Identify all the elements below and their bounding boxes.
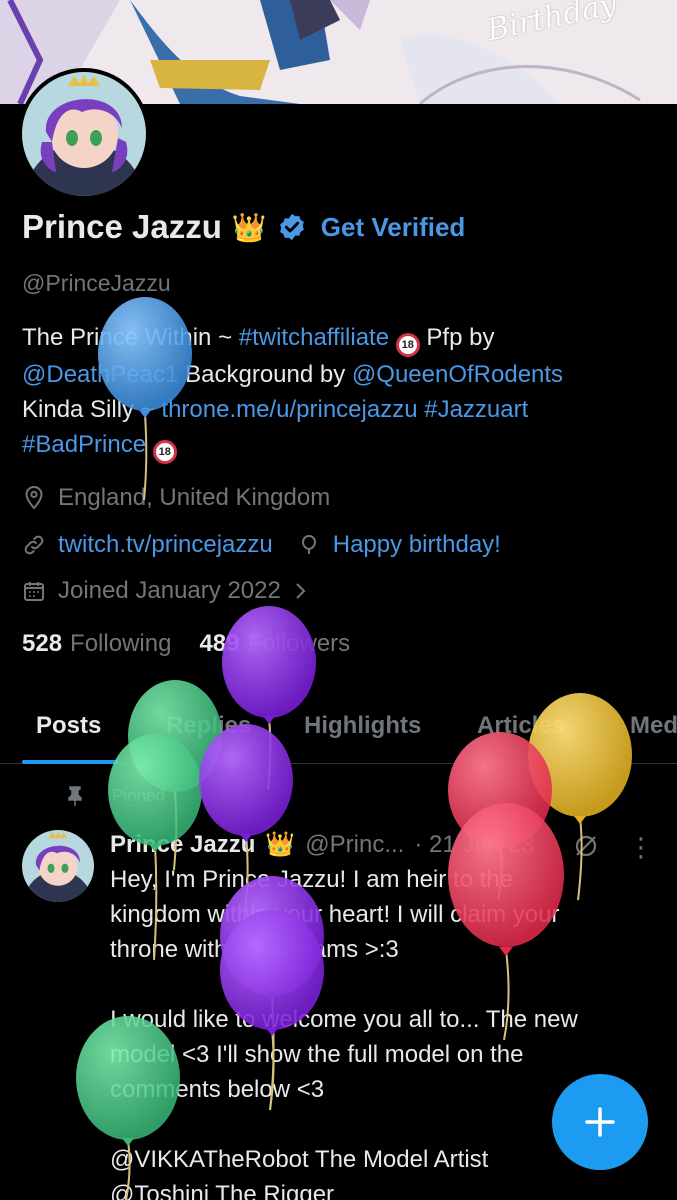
profile-bio: The Prince Within ~ #twitchaffiliate 18 … (22, 320, 662, 464)
link-icon (24, 535, 44, 555)
tab-replies[interactable]: Replies (166, 712, 251, 740)
active-tab-indicator (22, 760, 118, 764)
verified-badge-icon[interactable] (277, 212, 307, 242)
pinned-indicator: Pinned (66, 786, 165, 806)
post-date: · 21 Jan 23 (414, 830, 535, 858)
bio-text: The Prince Within ~ (22, 324, 239, 351)
post-author-handle[interactable]: @Princ... (305, 831, 404, 859)
mention-link[interactable]: @DeathPeac1 (22, 361, 178, 388)
chevron-right-icon (296, 583, 306, 599)
balloon-birthday-icon (301, 534, 316, 554)
plus-icon (585, 1107, 615, 1137)
post-text-line: model <3 I'll show the full model on the (110, 1041, 524, 1068)
pin-icon (68, 786, 82, 806)
bio-line-3: Kinda Silly ~ throne.me/u/princejazzu #J… (22, 392, 662, 427)
followers-count: 489 (199, 630, 240, 657)
hashtag-link[interactable]: #BadPrince (22, 431, 146, 458)
hidden-view-icon[interactable] (572, 832, 600, 860)
bio-text: Pfp by (419, 324, 495, 351)
website-link[interactable]: twitch.tv/princejazzu (58, 531, 273, 559)
post-text-line: throne with my streams >:3 (110, 936, 399, 963)
location-text: England, United Kingdom (58, 484, 331, 511)
crown-emoji: 👑 (265, 831, 296, 858)
get-verified-link[interactable]: Get Verified (321, 212, 466, 243)
profile-name-row: Prince Jazzu 👑 Get Verified (22, 204, 465, 250)
profile-avatar[interactable] (18, 68, 150, 200)
post-author-name[interactable]: Prince Jazzu (110, 831, 255, 859)
bio-line-4: #BadPrince 18 (22, 427, 662, 464)
hashtag-link[interactable]: #Jazzuart (424, 396, 528, 423)
website-row: twitch.tv/princejazzu Happy birthday! (22, 531, 501, 559)
follow-stats: 528 Following 489 Followers (22, 630, 350, 658)
tab-posts[interactable]: Posts (36, 712, 101, 740)
post-more-icon[interactable]: ⋮ (628, 832, 654, 863)
post-text-line: @Toshini The Rigger (110, 1181, 335, 1200)
followers-label: Followers (247, 630, 351, 657)
compose-post-button[interactable] (552, 1074, 648, 1170)
adult-content-icon: 18 (152, 440, 177, 464)
joined-text: Joined January 2022 (58, 577, 281, 604)
tab-media[interactable]: Media (630, 712, 677, 740)
crown-emoji: 👑 (231, 211, 267, 243)
location-pin-icon (25, 485, 43, 510)
url-link[interactable]: throne.me/u/princejazzu (161, 396, 417, 423)
tab-highlights[interactable]: Highlights (304, 712, 421, 740)
joined-row[interactable]: Joined January 2022 (22, 577, 321, 605)
location-row: England, United Kingdom (22, 484, 330, 512)
adult-content-icon: 18 (395, 333, 420, 357)
bio-line-2: @DeathPeac1 Background by @QueenOfRodent… (22, 357, 662, 392)
profile-handle: @PrinceJazzu (22, 270, 171, 296)
post-text-line: Hey, I'm Prince Jazzu! I am heir to the (110, 866, 513, 893)
bio-text: Kinda Silly ~ (22, 396, 162, 423)
tab-articles[interactable]: Articles (477, 712, 565, 740)
birthday-link[interactable]: Happy birthday! (333, 531, 501, 559)
post-spacer (110, 967, 650, 1002)
bio-text: Background by (178, 361, 352, 388)
profile-tabs: Posts Replies Highlights Articles Media (0, 700, 677, 764)
mention-link[interactable]: @QueenOfRodents (352, 361, 563, 388)
post-author-avatar[interactable] (22, 830, 94, 902)
post-header: Prince Jazzu 👑 @Princ... · 21 Jan 23 (110, 830, 534, 859)
hashtag-link[interactable]: #twitchaffiliate (239, 324, 389, 351)
following-stat[interactable]: 528 Following (22, 630, 171, 658)
calendar-icon (24, 582, 44, 601)
pinned-label: Pinned (112, 786, 165, 805)
following-label: Following (70, 630, 172, 657)
post-text-line: I would like to welcome you all to... Th… (110, 1006, 578, 1033)
profile-display-name: Prince Jazzu (22, 208, 222, 245)
post-text-line: kingdom within your heart! I will claim … (110, 901, 560, 928)
followers-stat[interactable]: 489 Followers (199, 630, 350, 658)
avatar-artwork (22, 72, 146, 196)
bio-line-1: The Prince Within ~ #twitchaffiliate 18 … (22, 320, 662, 357)
following-count: 528 (22, 630, 63, 657)
avatar-artwork (22, 830, 94, 902)
